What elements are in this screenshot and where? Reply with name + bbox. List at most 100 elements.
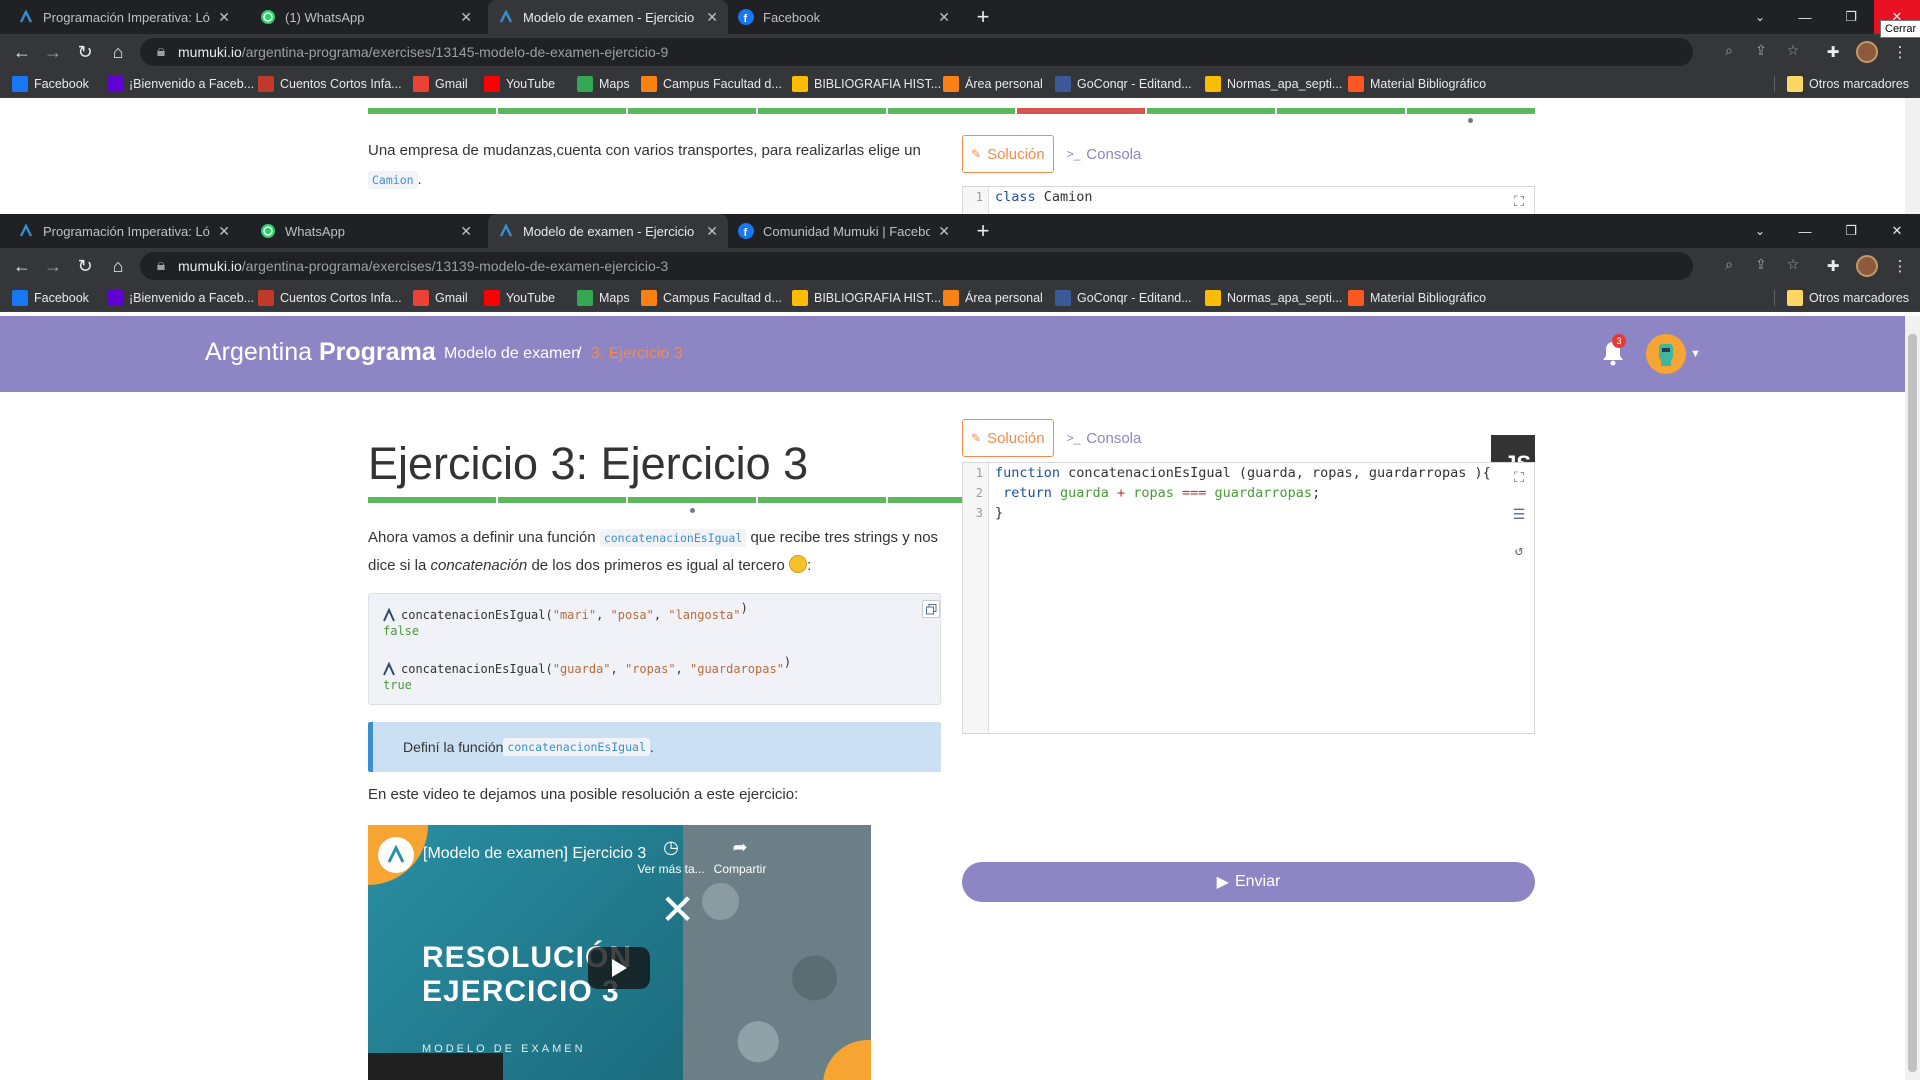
bookmark-item[interactable]: Gmail bbox=[413, 70, 468, 98]
format-code-icon[interactable]: ☰ bbox=[1510, 506, 1528, 524]
brand-logo[interactable]: Argentina Programa bbox=[205, 338, 436, 367]
channel-logo-icon[interactable] bbox=[378, 837, 414, 873]
progress-segment[interactable] bbox=[1277, 108, 1406, 114]
tab-comunidad-facebook[interactable]: f Comunidad Mumuki | Facebook ✕ bbox=[728, 214, 960, 248]
progress-segment[interactable] bbox=[1017, 108, 1146, 114]
profile-avatar[interactable] bbox=[1856, 41, 1878, 63]
reset-code-icon[interactable]: ↺ bbox=[1510, 542, 1528, 560]
share-icon[interactable]: ⇪ bbox=[1752, 41, 1770, 59]
other-bookmarks[interactable]: Otros marcadores bbox=[1787, 70, 1909, 98]
bookmark-item[interactable]: Normas_apa_septi... bbox=[1205, 284, 1342, 312]
progress-segment[interactable] bbox=[1407, 108, 1536, 114]
code-editor[interactable]: 1 class Camion ⛶ bbox=[962, 186, 1535, 214]
bookmark-item[interactable]: Área personal bbox=[943, 284, 1043, 312]
progress-segment[interactable] bbox=[368, 497, 496, 503]
code-editor[interactable]: 1 2 3 function concatenacionEsIgual (gua… bbox=[962, 462, 1535, 734]
close-tab-icon[interactable]: ✕ bbox=[938, 223, 950, 240]
bookmark-item[interactable]: BIBLIOGRAFIA HIST... bbox=[792, 70, 941, 98]
minimize-button[interactable]: — bbox=[1782, 214, 1828, 248]
new-tab-button[interactable]: + bbox=[970, 4, 996, 30]
bookmark-item[interactable]: Maps bbox=[577, 70, 630, 98]
bookmark-item[interactable]: Cuentos Cortos Infa... bbox=[258, 284, 402, 312]
bookmark-item[interactable]: Maps bbox=[577, 284, 630, 312]
progress-segment[interactable] bbox=[497, 497, 626, 503]
close-tab-icon[interactable]: ✕ bbox=[218, 223, 230, 240]
video-player[interactable]: [Modelo de examen] Ejercicio 3 ◷ Ver más … bbox=[368, 825, 871, 1080]
share-button[interactable]: ➦ Compartir bbox=[705, 837, 775, 876]
back-icon[interactable]: ← bbox=[7, 37, 37, 67]
progress-segment[interactable] bbox=[368, 108, 496, 114]
chevron-down-icon[interactable]: ▼ bbox=[1690, 348, 1701, 360]
breadcrumb-modelo-examen[interactable]: Modelo de examen bbox=[444, 345, 580, 363]
play-button[interactable] bbox=[588, 947, 650, 989]
bookmark-item[interactable]: Normas_apa_septi... bbox=[1205, 70, 1342, 98]
bookmark-item[interactable]: Campus Facultad d... bbox=[641, 284, 782, 312]
tab-programacion[interactable]: Programación Imperativa: Lógica✕ bbox=[8, 214, 240, 248]
tab-facebook[interactable]: f Facebook ✕ bbox=[728, 0, 960, 34]
code-content[interactable]: function concatenacionEsIgual (guarda, r… bbox=[995, 463, 1491, 523]
bookmark-item[interactable]: Gmail bbox=[413, 284, 468, 312]
zoom-icon[interactable]: ⌕ bbox=[1720, 255, 1738, 273]
restore-button[interactable]: ❐ bbox=[1828, 0, 1874, 34]
tab-programacion[interactable]: Programación Imperativa: Lógica✕ bbox=[8, 0, 240, 34]
forward-icon[interactable]: → bbox=[38, 37, 68, 67]
new-tab-button[interactable]: + bbox=[970, 218, 996, 244]
share-icon[interactable]: ⇪ bbox=[1752, 255, 1770, 273]
bookmark-item[interactable]: ¡Bienvenido a Faceb... bbox=[107, 284, 254, 312]
close-tab-icon[interactable]: ✕ bbox=[460, 223, 472, 240]
close-tab-icon[interactable]: ✕ bbox=[706, 223, 718, 240]
reload-icon[interactable]: ↻ bbox=[70, 251, 100, 281]
bookmark-item[interactable]: Facebook bbox=[12, 284, 89, 312]
bookmark-item[interactable]: Facebook bbox=[12, 70, 89, 98]
menu-icon[interactable]: ⋮ bbox=[1890, 256, 1910, 276]
bookmark-item[interactable]: GoConqr - Editand... bbox=[1055, 70, 1192, 98]
back-icon[interactable]: ← bbox=[7, 251, 37, 281]
menu-icon[interactable]: ⋮ bbox=[1890, 42, 1910, 62]
progress-segment[interactable] bbox=[1147, 108, 1276, 114]
tab-whatsapp[interactable]: WhatsApp ✕ bbox=[250, 214, 482, 248]
profile-avatar[interactable] bbox=[1856, 255, 1878, 277]
bookmark-item[interactable]: Material Bibliográfico bbox=[1348, 284, 1486, 312]
tab-console[interactable]: >_ Consola bbox=[1058, 135, 1151, 173]
bookmark-item[interactable]: GoConqr - Editand... bbox=[1055, 284, 1192, 312]
address-bar[interactable]: 🔒︎ mumuki.io/argentina-programa/exercise… bbox=[140, 38, 1693, 66]
scrollbar-top[interactable] bbox=[1905, 98, 1920, 214]
home-icon[interactable]: ⌂ bbox=[103, 37, 133, 67]
bookmark-item[interactable]: YouTube bbox=[484, 70, 555, 98]
close-window-button[interactable]: ✕ bbox=[1874, 214, 1920, 248]
submit-button[interactable]: ▶ Enviar bbox=[962, 862, 1535, 902]
bookmark-item[interactable]: ¡Bienvenido a Faceb... bbox=[107, 70, 254, 98]
tab-solution[interactable]: ✎ Solución bbox=[962, 419, 1054, 457]
user-avatar[interactable] bbox=[1646, 334, 1686, 374]
progress-segment[interactable] bbox=[757, 108, 886, 114]
tab-search-icon[interactable]: ⌄ bbox=[1743, 0, 1777, 34]
tab-ejercicio-9[interactable]: Modelo de examen - Ejercicio 9 ✕ bbox=[488, 0, 728, 34]
address-bar[interactable]: 🔒︎ mumuki.io/argentina-programa/exercise… bbox=[140, 252, 1693, 280]
bookmark-item[interactable]: BIBLIOGRAFIA HIST... bbox=[792, 284, 941, 312]
watch-later-button[interactable]: ◷ Ver más ta... bbox=[636, 837, 706, 876]
reload-icon[interactable]: ↻ bbox=[70, 37, 100, 67]
fullscreen-icon[interactable]: ⛶ bbox=[1510, 469, 1528, 487]
progress-segment[interactable] bbox=[887, 108, 1016, 114]
progress-segment[interactable] bbox=[757, 497, 886, 503]
minimize-button[interactable]: — bbox=[1782, 0, 1828, 34]
tab-ejercicio-3[interactable]: Modelo de examen - Ejercicio 3 ✕ bbox=[488, 214, 728, 248]
fullscreen-icon[interactable]: ⛶ bbox=[1510, 193, 1528, 211]
bookmark-item[interactable]: Material Bibliográfico bbox=[1348, 70, 1486, 98]
close-tab-icon[interactable]: ✕ bbox=[938, 9, 950, 26]
scrollbar-thumb[interactable] bbox=[1908, 334, 1917, 1072]
bookmark-item[interactable]: Campus Facultad d... bbox=[641, 70, 782, 98]
bookmark-star-icon[interactable]: ☆ bbox=[1784, 41, 1802, 59]
copy-icon[interactable] bbox=[922, 600, 940, 618]
close-tab-icon[interactable]: ✕ bbox=[460, 9, 472, 26]
extensions-icon[interactable]: ✚ bbox=[1823, 256, 1843, 276]
other-bookmarks[interactable]: Otros marcadores bbox=[1787, 284, 1909, 312]
zoom-icon[interactable]: ⌕ bbox=[1720, 41, 1738, 59]
forward-icon[interactable]: → bbox=[38, 251, 68, 281]
tab-console[interactable]: >_ Consola bbox=[1058, 419, 1151, 457]
bookmark-item[interactable]: Cuentos Cortos Infa... bbox=[258, 70, 402, 98]
tab-search-icon[interactable]: ⌄ bbox=[1743, 214, 1777, 248]
extensions-icon[interactable]: ✚ bbox=[1823, 42, 1843, 62]
tab-solution[interactable]: ✎ Solución bbox=[962, 135, 1054, 173]
bookmark-item[interactable]: YouTube bbox=[484, 284, 555, 312]
